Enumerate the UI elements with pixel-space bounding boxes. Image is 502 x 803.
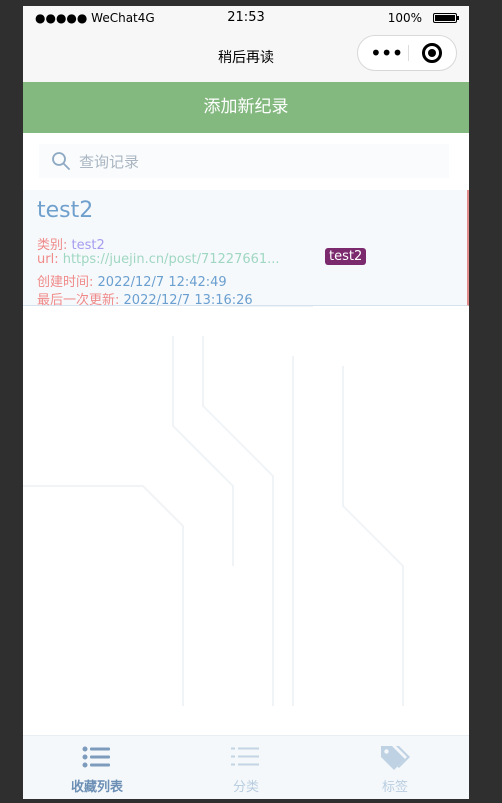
search-input[interactable] — [77, 148, 441, 176]
record-category-row: 类别: test2 — [37, 234, 105, 253]
tab-favorites-label: 收藏列表 — [70, 780, 123, 795]
tab-category[interactable]: 分类 — [172, 736, 320, 799]
tab-bar: 收藏列表 分类 标签 — [23, 735, 469, 799]
category-label: 类别: — [37, 238, 68, 253]
list-icon — [82, 746, 110, 768]
category-icon — [231, 747, 259, 766]
tag-icon — [381, 746, 410, 770]
close-miniprogram-icon[interactable] — [422, 43, 442, 63]
search-icon — [52, 152, 70, 170]
tab-tags[interactable]: 标签 — [321, 736, 469, 799]
url-value[interactable]: https://juejin.cn/post/71227661... — [63, 252, 280, 267]
created-value: 2022/12/7 12:42:49 — [97, 275, 227, 290]
record-updated-row: 最后一次更新: 2022/12/7 13:16:26 — [37, 289, 253, 308]
record-url-row: url: https://juejin.cn/post/71227661... — [37, 252, 280, 267]
tag-badge: test2 — [325, 248, 367, 265]
updated-value: 2022/12/7 13:16:26 — [123, 293, 253, 308]
category-value: test2 — [71, 238, 105, 253]
record-title: test2 — [37, 198, 94, 223]
battery-icon — [433, 13, 459, 23]
miniprogram-capsule: ••• — [357, 35, 457, 71]
phone-screen: ●●●●● WeChat4G 21:53 100% 稍后再读 ••• 添加新纪录… — [23, 6, 469, 799]
capsule-divider — [408, 45, 409, 61]
created-label: 创建时间: — [37, 275, 94, 290]
list-item[interactable]: test2 类别: test2 url: https://juejin.cn/p… — [23, 190, 469, 308]
record-created-row: 创建时间: 2022/12/7 12:42:49 — [37, 271, 227, 290]
more-icon[interactable]: ••• — [370, 43, 403, 63]
tab-category-label: 分类 — [232, 780, 259, 795]
battery-percent: 100% — [387, 11, 422, 25]
url-label: url: — [37, 252, 59, 267]
tab-favorites[interactable]: 收藏列表 — [23, 736, 171, 799]
navigation-bar: 稍后再读 ••• — [23, 30, 469, 82]
add-record-button[interactable]: 添加新纪录 — [23, 82, 469, 133]
tab-tags-label: 标签 — [381, 780, 408, 795]
updated-label: 最后一次更新: — [37, 293, 120, 308]
status-bar: ●●●●● WeChat4G 21:53 100% — [23, 6, 469, 30]
search-bar — [39, 144, 449, 178]
